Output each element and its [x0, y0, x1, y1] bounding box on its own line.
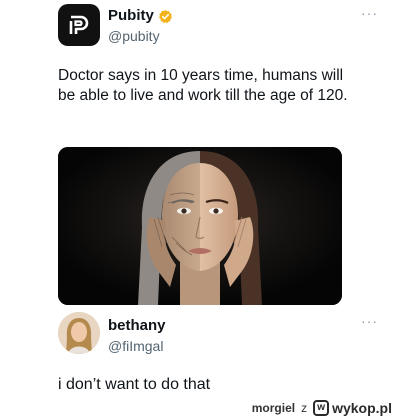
pubity-logo-icon	[69, 15, 89, 34]
verified-badge-icon	[158, 9, 172, 23]
user-photo-icon	[58, 312, 100, 354]
reply-author-handle[interactable]: @fiImgal	[108, 337, 166, 355]
footer-separator: z	[301, 401, 308, 415]
reply-more-options-icon[interactable]: ···	[361, 314, 378, 328]
reply-author: bethany @fiImgal	[108, 317, 166, 355]
bethany-avatar[interactable]	[58, 312, 100, 354]
post-author: Pubity @pubity	[108, 7, 173, 45]
aging-face-photo	[58, 147, 342, 305]
reply-author-name[interactable]: bethany	[108, 317, 166, 335]
post-header: Pubity @pubity ···	[58, 4, 378, 48]
watermark-footer: morgiel z w wykop.pl	[252, 400, 392, 416]
reply-text: i don’t want to do that	[58, 376, 211, 393]
wykop-logo-icon: w	[313, 400, 330, 416]
reply-header: bethany @fiImgal ···	[58, 312, 378, 356]
footer-username: morgiel	[251, 401, 296, 415]
post-media-image[interactable]	[58, 147, 342, 305]
footer-site: wykop.pl	[332, 400, 392, 416]
post-author-handle[interactable]: @pubity	[108, 27, 173, 45]
post-text: Doctor says in 10 years time, humans wil…	[58, 67, 348, 104]
more-options-icon[interactable]: ···	[361, 6, 378, 20]
post-author-name[interactable]: Pubity	[108, 7, 154, 25]
wykop-logo: w wykop.pl	[313, 400, 392, 416]
pubity-avatar[interactable]	[58, 4, 100, 46]
